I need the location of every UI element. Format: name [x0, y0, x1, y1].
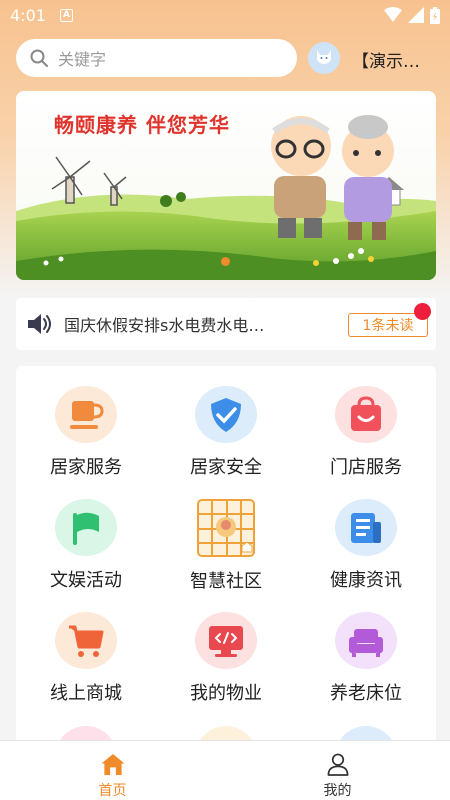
nav-home-label: 首页 [98, 783, 127, 799]
announcement-bar[interactable]: 国庆休假安排s水电费水电… 1条未读 [16, 298, 436, 350]
status-time: 4:01 [10, 5, 46, 25]
service-my-property[interactable]: 我的物业 [156, 592, 296, 705]
cat-avatar-icon [317, 50, 331, 64]
monitor-code-icon [195, 612, 257, 669]
carousel-indicator[interactable] [221, 257, 230, 266]
search-bar[interactable]: 关键字 [16, 39, 297, 77]
shield-check-icon [195, 386, 257, 443]
unread-dot [414, 303, 431, 320]
service-home-security[interactable]: 居家安全 [156, 366, 296, 479]
service-elderly-bed[interactable]: 养老床位 [296, 592, 436, 705]
battery-icon [430, 6, 440, 24]
service-entertainment[interactable]: 文娱活动 [16, 479, 156, 592]
shopping-bag-icon [335, 386, 397, 443]
banner-slogan: 畅颐康养 伴您芳华 [54, 113, 230, 137]
service-label: 居家服务 [50, 457, 122, 478]
flag-icon [55, 499, 117, 556]
bottom-navigation: 首页 我的 [0, 740, 450, 800]
service-home-care[interactable]: 居家服务 [16, 366, 156, 479]
avatar[interactable] [308, 42, 340, 74]
search-input[interactable]: 关键字 [58, 46, 106, 70]
cart-icon [55, 612, 117, 669]
service-label: 养老床位 [330, 683, 402, 704]
service-grid: 居家服务 居家安全 门店服务 文娱活动 智慧社区 健康资讯 线上商城 我的物业 … [16, 366, 436, 766]
search-icon [30, 49, 48, 67]
service-label: 健康资讯 [330, 570, 402, 591]
service-label: 门店服务 [330, 457, 402, 478]
speaker-icon [28, 314, 51, 334]
org-selector[interactable]: 【演示… [352, 47, 448, 72]
community-map-icon [195, 499, 257, 557]
cup-icon [55, 386, 117, 443]
signal-icon [408, 7, 424, 23]
sofa-icon [335, 612, 397, 669]
home-icon [101, 753, 124, 776]
service-label: 线上商城 [50, 683, 122, 704]
nav-mine[interactable]: 我的 [225, 741, 450, 800]
news-icon [335, 499, 397, 556]
nav-mine-label: 我的 [323, 783, 352, 799]
announcement-text[interactable]: 国庆休假安排s水电费水电… [64, 312, 309, 336]
service-label: 居家安全 [190, 457, 262, 478]
wifi-icon [384, 7, 402, 22]
service-label: 文娱活动 [50, 570, 122, 591]
status-icons [384, 6, 440, 24]
status-bar: 4:01 A [0, 0, 450, 30]
user-icon [327, 753, 348, 776]
service-health-news[interactable]: 健康资讯 [296, 479, 436, 592]
nav-home[interactable]: 首页 [0, 741, 225, 800]
service-label: 我的物业 [190, 683, 262, 704]
service-store[interactable]: 门店服务 [296, 366, 436, 479]
notification-a-icon: A [59, 8, 73, 22]
service-smart-community[interactable]: 智慧社区 [156, 479, 296, 592]
promo-banner[interactable]: 畅颐康养 伴您芳华 [16, 91, 436, 280]
service-label: 智慧社区 [190, 571, 262, 592]
service-online-mall[interactable]: 线上商城 [16, 592, 156, 705]
